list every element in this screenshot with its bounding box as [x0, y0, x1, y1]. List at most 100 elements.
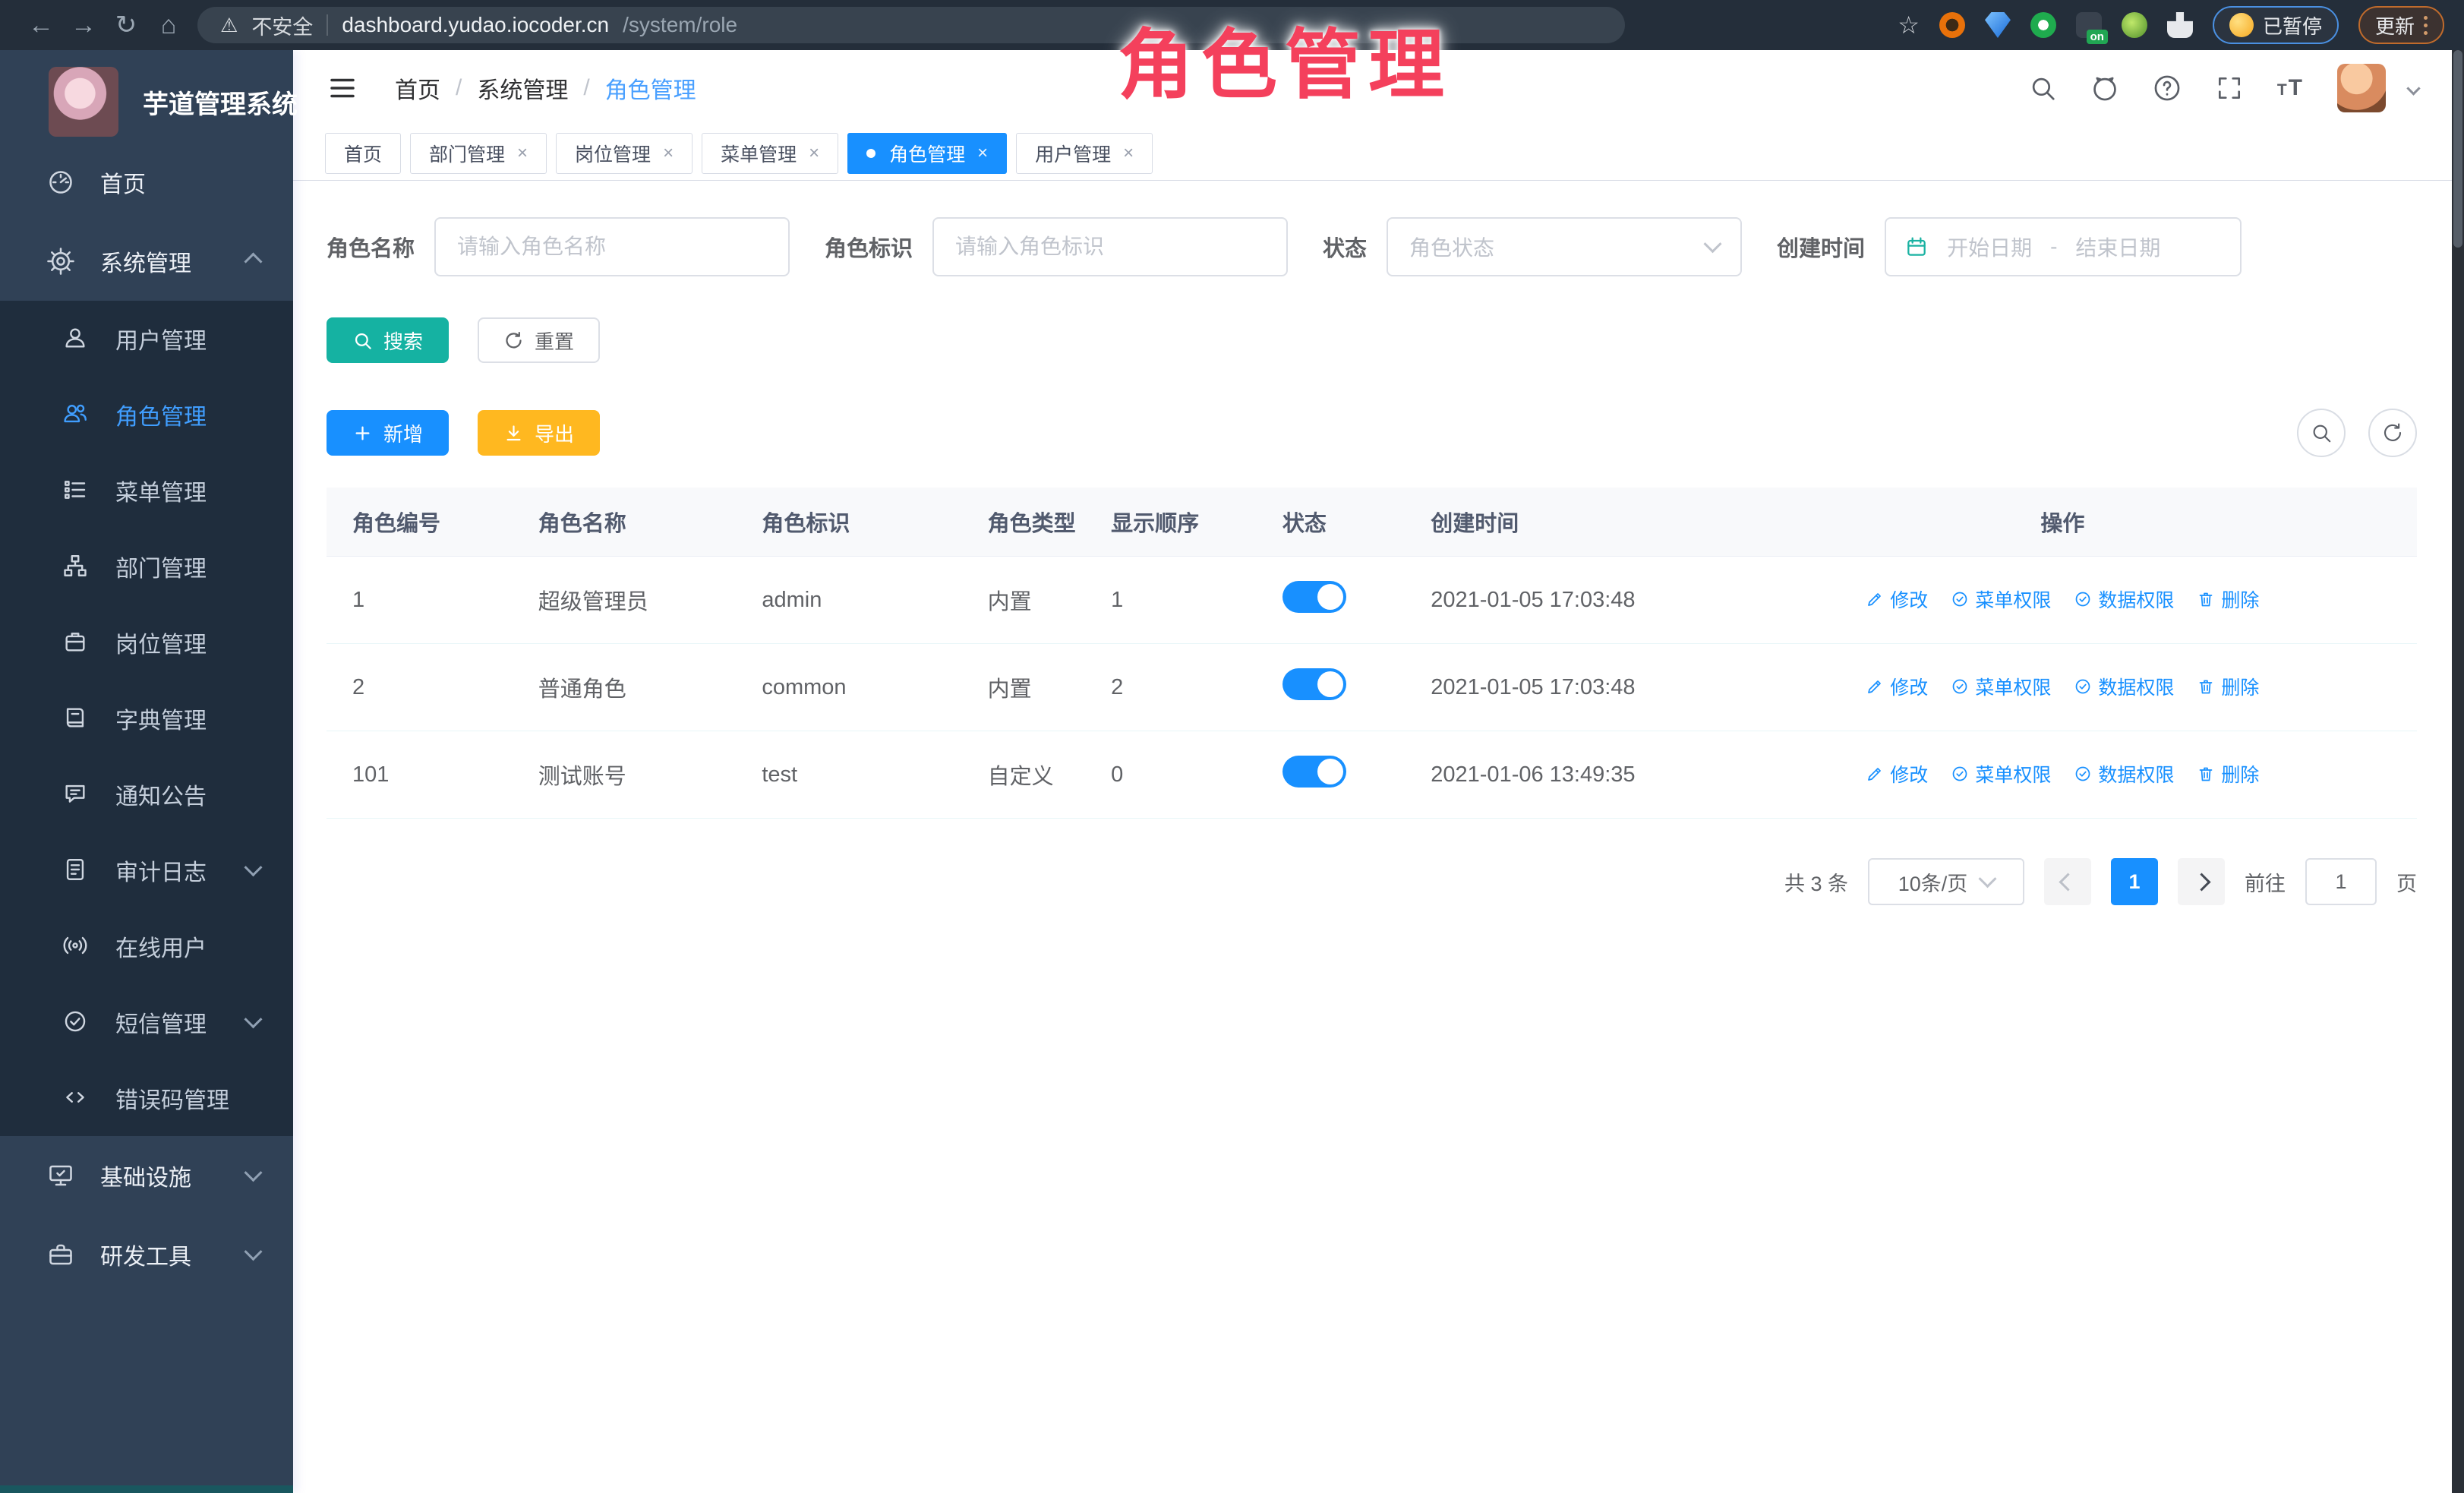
status-toggle[interactable]: [1282, 668, 1346, 700]
document-icon: [62, 857, 90, 884]
export-button[interactable]: 导出: [478, 410, 600, 456]
sidebar-item-role-management[interactable]: 角色管理: [0, 377, 293, 453]
edit-link[interactable]: 修改: [1866, 586, 1928, 613]
tab-role[interactable]: 角色管理×: [847, 133, 1007, 174]
add-button[interactable]: 新增: [327, 410, 449, 456]
header-icons: TT: [2028, 64, 2418, 112]
current-page-button[interactable]: 1: [2111, 858, 2158, 905]
edit-link[interactable]: 修改: [1866, 760, 1928, 788]
prev-page-button[interactable]: [2044, 858, 2091, 905]
delete-link[interactable]: 删除: [2197, 673, 2259, 700]
bookmark-star-icon[interactable]: ☆: [1898, 11, 1920, 39]
reset-button[interactable]: 重置: [478, 317, 600, 363]
role-status-select[interactable]: 角色状态: [1387, 217, 1742, 276]
help-icon[interactable]: [2153, 74, 2182, 103]
chevron-down-icon: [244, 1010, 262, 1028]
sidebar-item-post-management[interactable]: 岗位管理: [0, 604, 293, 680]
search-icon[interactable]: [2028, 74, 2057, 103]
sidebar-item-infrastructure[interactable]: 基础设施: [0, 1136, 293, 1215]
tab-menu[interactable]: 菜单管理×: [702, 133, 838, 174]
extension-icon-blue-gem[interactable]: [1985, 12, 2011, 38]
refresh-table-button[interactable]: [2368, 409, 2417, 457]
sidebar-item-label: 通知公告: [115, 778, 207, 811]
extensions-puzzle-icon[interactable]: [2167, 12, 2193, 38]
browser-back-icon[interactable]: ←: [20, 11, 62, 40]
scrollbar-thumb[interactable]: [2453, 50, 2462, 248]
circle-check-icon: [1951, 677, 1969, 696]
sidebar-item-label: 菜单管理: [115, 474, 207, 507]
end-date-placeholder: 结束日期: [2075, 232, 2160, 262]
breadcrumb-system[interactable]: 系统管理: [477, 71, 568, 105]
sidebar-item-user-management[interactable]: 用户管理: [0, 301, 293, 377]
delete-link[interactable]: 删除: [2197, 760, 2259, 788]
sidebar-item-dev-tools[interactable]: 研发工具: [0, 1215, 293, 1294]
extension-icon-green-monkey[interactable]: [2122, 12, 2147, 38]
page-scrollbar[interactable]: [2452, 50, 2464, 1493]
sidebar-item-menu-management[interactable]: 菜单管理: [0, 453, 293, 529]
browser-forward-icon[interactable]: →: [62, 11, 105, 40]
browser-reload-icon[interactable]: ↻: [105, 10, 147, 40]
data-permission-link[interactable]: 数据权限: [2074, 760, 2174, 788]
edit-icon: [1866, 590, 1884, 608]
search-button[interactable]: 搜索: [327, 317, 449, 363]
tab-home[interactable]: 首页: [325, 133, 401, 174]
sidebar-item-label: 系统管理: [100, 245, 191, 278]
page-size-select[interactable]: 10条/页: [1868, 858, 2024, 905]
status-toggle[interactable]: [1282, 756, 1346, 788]
close-icon[interactable]: ×: [809, 144, 819, 163]
sidebar-item-errorcode-management[interactable]: 错误码管理: [0, 1060, 293, 1136]
tab-post[interactable]: 岗位管理×: [556, 133, 693, 174]
goto-page-input[interactable]: [2305, 858, 2377, 905]
app-logo[interactable]: 芋道管理系统: [0, 50, 293, 143]
date-range-picker[interactable]: 开始日期 - 结束日期: [1885, 217, 2242, 276]
sidebar-item-home[interactable]: 首页: [0, 143, 293, 222]
status-toggle[interactable]: [1282, 581, 1346, 613]
sidebar-item-online-users[interactable]: 在线用户: [0, 908, 293, 984]
breadcrumb-home[interactable]: 首页: [395, 71, 440, 105]
avatar[interactable]: [2337, 64, 2386, 112]
fullscreen-icon[interactable]: [2215, 74, 2244, 103]
page-unit-label: 页: [2396, 867, 2417, 897]
dashboard-icon: [47, 169, 74, 196]
sidebar-item-notice[interactable]: 通知公告: [0, 756, 293, 832]
font-size-icon[interactable]: TT: [2277, 75, 2304, 101]
github-icon[interactable]: [2090, 74, 2119, 103]
tab-dept[interactable]: 部门管理×: [410, 133, 547, 174]
avatar-caret-icon[interactable]: [2406, 81, 2420, 95]
extension-icon-green-shield[interactable]: [2030, 12, 2056, 38]
browser-menu-icon[interactable]: [2424, 16, 2428, 35]
hamburger-icon[interactable]: [327, 72, 358, 104]
data-permission-link[interactable]: 数据权限: [2074, 673, 2174, 700]
close-icon[interactable]: ×: [663, 144, 674, 163]
user-icon: [62, 325, 90, 352]
role-key-input[interactable]: [932, 217, 1288, 276]
browser-update-button[interactable]: 更新: [2358, 6, 2444, 44]
tab-user[interactable]: 用户管理×: [1016, 133, 1153, 174]
close-icon[interactable]: ×: [977, 144, 988, 163]
menu-permission-link[interactable]: 菜单权限: [1951, 673, 2051, 700]
sidebar-item-label: 短信管理: [115, 1005, 207, 1039]
breadcrumb-separator: /: [456, 75, 462, 101]
col-role-type: 角色类型: [973, 488, 1096, 557]
sidebar-item-audit-log[interactable]: 审计日志: [0, 832, 293, 908]
menu-permission-link[interactable]: 菜单权限: [1951, 760, 2051, 788]
col-created: 创建时间: [1415, 488, 1708, 557]
browser-home-icon[interactable]: ⌂: [147, 11, 190, 40]
edit-link[interactable]: 修改: [1866, 673, 1928, 700]
role-name-input[interactable]: [434, 217, 790, 276]
next-page-button[interactable]: [2178, 858, 2225, 905]
extension-icon-tampermonkey[interactable]: on: [2076, 12, 2102, 38]
sidebar-item-sms-management[interactable]: 短信管理: [0, 984, 293, 1060]
close-icon[interactable]: ×: [1123, 144, 1134, 163]
delete-link[interactable]: 删除: [2197, 586, 2259, 613]
extension-icon-orange[interactable]: [1939, 12, 1965, 38]
sidebar-item-dept-management[interactable]: 部门管理: [0, 529, 293, 604]
sidebar-item-system-management[interactable]: 系统管理: [0, 222, 293, 301]
sidebar-item-dict-management[interactable]: 字典管理: [0, 680, 293, 756]
close-icon[interactable]: ×: [517, 144, 528, 163]
menu-permission-link[interactable]: 菜单权限: [1951, 586, 2051, 613]
toggle-search-button[interactable]: [2297, 409, 2346, 457]
data-permission-link[interactable]: 数据权限: [2074, 586, 2174, 613]
profile-paused-pill[interactable]: 已暂停: [2213, 6, 2339, 44]
url-path: /system/role: [623, 13, 737, 37]
